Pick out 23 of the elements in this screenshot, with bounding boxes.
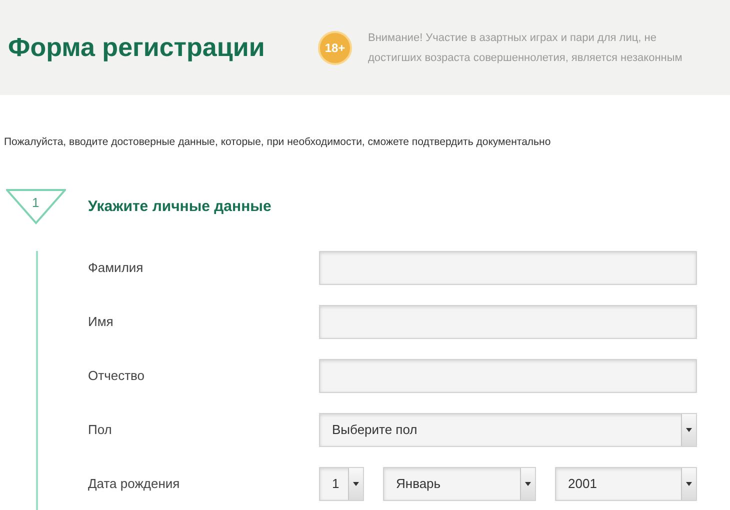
intro-text: Пожалуйста, вводите достоверные данные, которые, при необходимости, сможете подтвердить документально xyxy=(3,135,552,150)
input-field[interactable] xyxy=(319,304,697,339)
dropdown[interactable]: Выберите пол xyxy=(319,412,697,447)
page-title: Форма регистрации xyxy=(8,31,266,64)
age-badge: 18+ xyxy=(318,30,352,64)
step-title: Укажите личные данные xyxy=(88,196,272,216)
step-triangle-icon xyxy=(6,188,66,225)
field-label: Имя xyxy=(88,313,114,331)
input-field[interactable] xyxy=(319,358,697,393)
warning-text: Внимание! Участие в азартных играх и пари для лиц, не достигших возраста совершеннолетия, является незаконным xyxy=(368,30,684,66)
dropdown[interactable]: Январь xyxy=(383,466,536,501)
input-field[interactable] xyxy=(319,250,697,285)
dropdown-arrow-icon xyxy=(686,428,692,432)
dropdown-arrow-icon xyxy=(686,482,692,486)
field-label: Дата рождения xyxy=(88,475,181,493)
field-label: Фамилия xyxy=(88,259,144,277)
step-number: 1 xyxy=(32,194,40,212)
dropdown[interactable]: 1 xyxy=(319,466,364,501)
dropdown-arrow-icon xyxy=(353,482,359,486)
field-label: Пол xyxy=(88,421,113,439)
field-label: Отчество xyxy=(88,367,146,385)
dropdown-arrow-icon xyxy=(525,482,531,486)
dropdown[interactable]: 2001 xyxy=(555,466,697,501)
